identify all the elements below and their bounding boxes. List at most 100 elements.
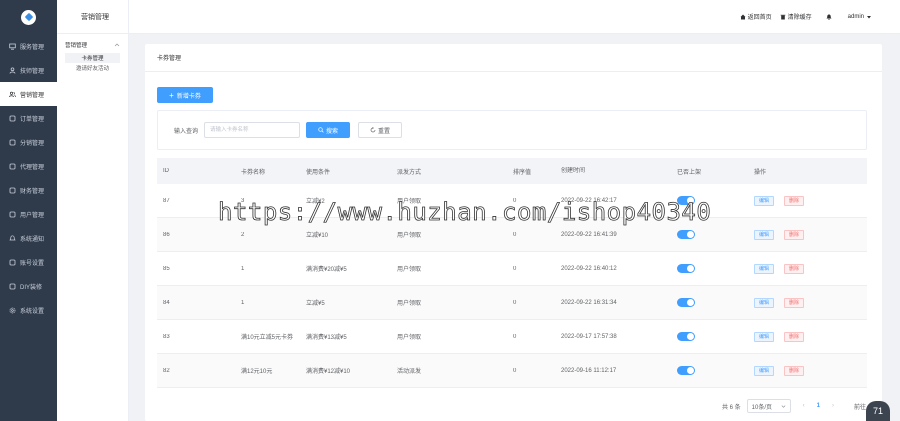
user-menu[interactable]: admin: [848, 14, 874, 20]
search-input[interactable]: [204, 122, 301, 138]
cell-condition: 立减¥10: [306, 233, 329, 239]
next-page-icon[interactable]: ›: [832, 403, 834, 409]
edit-button[interactable]: 编辑: [754, 229, 774, 240]
edit-button[interactable]: 编辑: [754, 365, 774, 376]
cell-name: 1: [241, 265, 245, 272]
sidebar-item-label: DIY装修: [20, 284, 43, 291]
col-sort[interactable]: 排序值: [507, 167, 555, 176]
customer-icon: [8, 210, 16, 218]
delete-button[interactable]: 删除: [784, 297, 804, 308]
cell-sort: 0: [513, 367, 517, 374]
cell-id: 86: [163, 231, 170, 238]
sidebar-item-2[interactable]: 营销管理: [0, 82, 57, 106]
clear-cache-link[interactable]: 清除缓存: [780, 12, 812, 21]
sidebar-item-5[interactable]: 代理管理: [0, 154, 57, 178]
share-icon: [8, 138, 16, 146]
sidebar-item-4[interactable]: 分销管理: [0, 130, 57, 154]
refresh-icon: [370, 127, 376, 133]
page-size-select[interactable]: 10条/页: [746, 399, 791, 413]
agent-icon: [8, 162, 16, 170]
bell-icon: [826, 14, 832, 20]
cell-shelf: [671, 366, 748, 375]
cell-sort: 0: [513, 333, 517, 340]
top-header: 返回首页 清除缓存 admin: [129, 0, 900, 34]
home-link[interactable]: 返回首页: [740, 12, 772, 21]
cell-id: 85: [163, 265, 170, 272]
cell-condition: 满消费¥13减¥5: [306, 335, 347, 341]
prev-page-icon[interactable]: ‹: [803, 403, 805, 409]
diy-icon: [8, 282, 16, 290]
edit-button[interactable]: 编辑: [754, 263, 774, 274]
search-button[interactable]: 搜索: [306, 122, 351, 138]
edit-button[interactable]: 编辑: [754, 297, 774, 308]
table-row: 82 满12元10元 满消费¥12减¥10 活动派发 0 2022-09-16 11:12…: [157, 354, 867, 388]
cell-shelf: [671, 298, 748, 307]
submenu-group-label: 营销管理: [65, 43, 88, 49]
gear-icon: [8, 306, 16, 314]
sidebar-item-7[interactable]: 用户管理: [0, 202, 57, 226]
table-row: 84 1 立减¥5 用户领取 0 2022-09-22 16:31:34 编辑 删除: [157, 286, 867, 320]
delete-button[interactable]: 删除: [784, 195, 804, 206]
cell-shelf: [671, 230, 748, 239]
sidebar-item-9[interactable]: 账号设置: [0, 250, 57, 274]
cell-id: 82: [163, 367, 170, 374]
cell-id: 83: [163, 333, 170, 340]
cell-actions: 编辑 删除: [748, 331, 867, 342]
delete-button[interactable]: 删除: [784, 229, 804, 240]
sidebar-item-3[interactable]: 订单管理: [0, 106, 57, 130]
notification-button[interactable]: [826, 14, 834, 20]
cell-condition: 立减¥5: [306, 301, 325, 307]
cell-sort: 0: [513, 231, 517, 238]
cell-time: 2022-09-22 16:41:39: [561, 231, 617, 238]
sidebar-item-10[interactable]: DIY装修: [0, 274, 57, 298]
current-page[interactable]: 1: [817, 403, 820, 409]
finance-icon: [8, 186, 16, 194]
shelf-toggle[interactable]: [677, 230, 695, 239]
shelf-toggle[interactable]: [677, 264, 695, 273]
sidebar-item-label: 订单管理: [20, 116, 45, 123]
sidebar-item-label: 服务管理: [20, 44, 45, 51]
cell-time: 2022-09-16 11:12:17: [561, 367, 617, 374]
sidebar-item-label: 账号设置: [20, 260, 45, 267]
sidebar-item-label: 系统通知: [20, 236, 45, 243]
app-logo[interactable]: [0, 0, 57, 34]
cell-shelf: [671, 264, 748, 273]
edit-button[interactable]: 编辑: [754, 195, 774, 206]
shelf-toggle[interactable]: [677, 298, 695, 307]
table-row: 83 满10元立减5元卡券 满消费¥13减¥5 用户领取 0 2022-09-17 17:…: [157, 320, 867, 354]
submenu-link-invite[interactable]: 邀请好友活动: [57, 63, 128, 73]
delete-button[interactable]: 删除: [784, 365, 804, 376]
cell-sort: 0: [513, 299, 517, 306]
monitor-icon: [8, 42, 16, 50]
shelf-toggle[interactable]: [677, 366, 695, 375]
coupon-table: ID 卡券名称 使用条件 派发方式 排序值 创建时间 已否上架 操作 87 3 立减…: [157, 158, 867, 388]
delete-button[interactable]: 删除: [784, 263, 804, 274]
submenu-group[interactable]: 营销管理: [57, 34, 128, 53]
sidebar-item-6[interactable]: 财务管理: [0, 178, 57, 202]
shelf-toggle[interactable]: [677, 332, 695, 341]
sidebar-item-1[interactable]: 技师管理: [0, 58, 57, 82]
cell-name: 满10元立减5元卡券: [241, 335, 294, 341]
delete-button[interactable]: 删除: [784, 331, 804, 342]
sidebar-item-8[interactable]: 系统通知: [0, 226, 57, 250]
home-icon: [740, 14, 746, 19]
col-shelf[interactable]: 已否上架: [671, 167, 748, 176]
sidebar-item-label: 分销管理: [20, 140, 45, 147]
col-id[interactable]: ID: [157, 168, 235, 174]
sidebar-item-0[interactable]: 服务管理: [0, 34, 57, 58]
search-label: 输入查询: [174, 128, 199, 135]
add-coupon-button[interactable]: + 新增卡券: [157, 87, 213, 103]
account-icon: [8, 258, 16, 266]
cell-condition: 满消费¥12减¥10: [306, 369, 351, 375]
reset-button[interactable]: 重置: [358, 122, 403, 138]
col-condition[interactable]: 使用条件: [300, 167, 391, 176]
col-time[interactable]: 创建时间: [555, 167, 671, 175]
edit-button[interactable]: 编辑: [754, 331, 774, 342]
submenu-link-coupon[interactable]: 卡券管理: [65, 53, 120, 63]
user-icon: [8, 66, 16, 74]
col-claim[interactable]: 派发方式: [391, 167, 507, 176]
col-actions: 操作: [754, 169, 767, 176]
sidebar-item-11[interactable]: 系统设置: [0, 298, 57, 322]
col-name[interactable]: 卡券名称: [235, 167, 300, 176]
logo-icon: [21, 9, 36, 25]
